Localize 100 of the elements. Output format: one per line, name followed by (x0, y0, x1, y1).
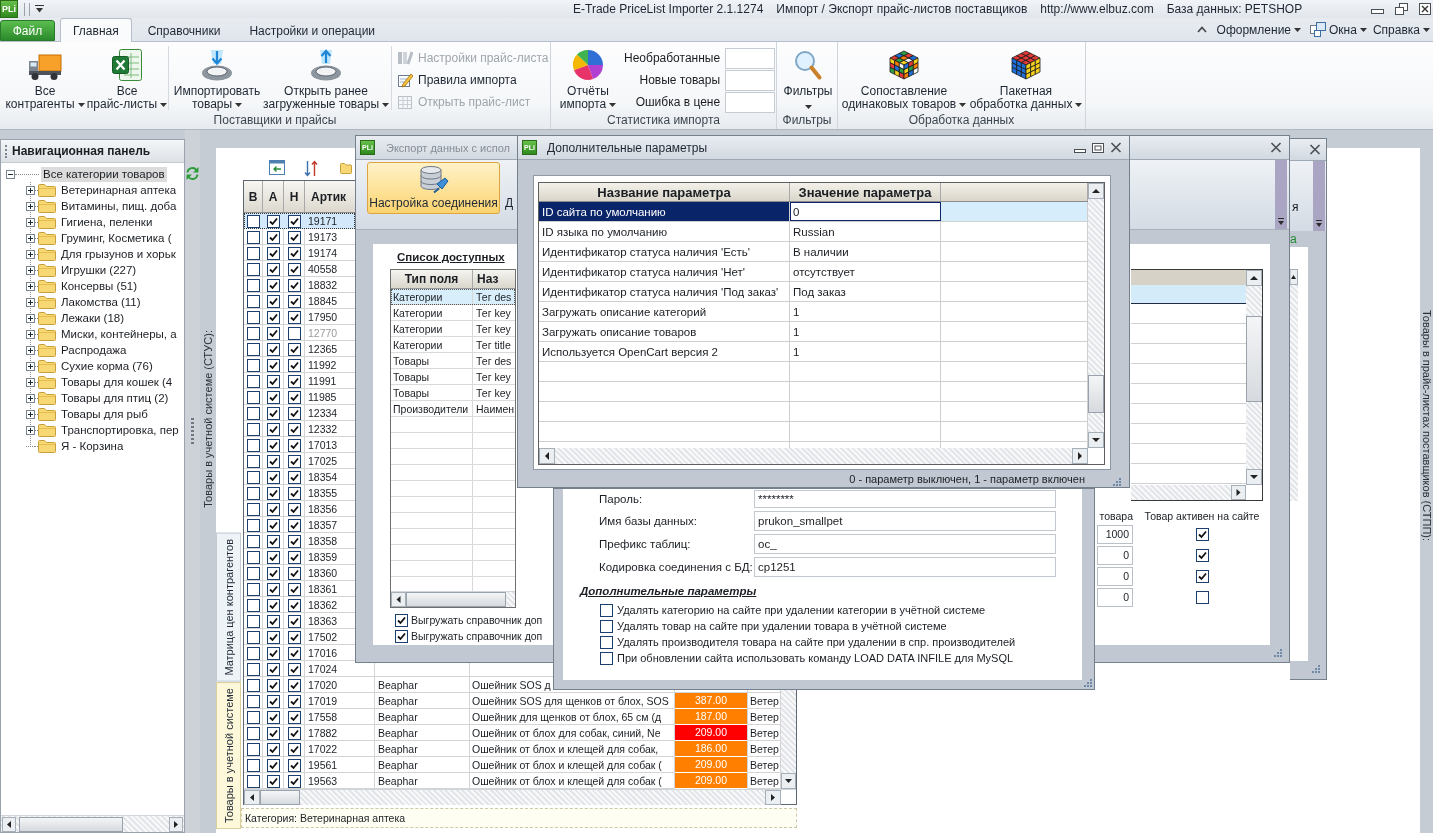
checkbox[interactable] (267, 246, 280, 260)
scrollbar-thumb[interactable] (260, 790, 300, 805)
plus-box-icon[interactable] (26, 393, 35, 403)
checkbox[interactable] (288, 470, 301, 484)
tree-item[interactable]: Я - Корзина (59, 438, 126, 454)
checkbox[interactable] (1195, 528, 1209, 541)
restore-icon[interactable] (1395, 3, 1408, 15)
plus-box-icon[interactable] (26, 409, 35, 419)
table-row[interactable]: 11991 (244, 373, 355, 389)
plus-box-icon[interactable] (26, 265, 35, 275)
table-row[interactable]: 17025 (244, 453, 355, 469)
checkbox[interactable] (288, 566, 301, 580)
checkbox[interactable] (288, 310, 301, 324)
checkbox[interactable] (247, 694, 260, 708)
plus-box-icon[interactable] (26, 249, 35, 259)
checkbox[interactable] (247, 662, 260, 676)
checkbox[interactable] (247, 534, 260, 548)
checkbox[interactable] (267, 230, 280, 244)
checkbox[interactable] (267, 374, 280, 388)
checkbox[interactable] (247, 630, 260, 644)
close-icon[interactable] (1419, 3, 1431, 15)
quantity-field[interactable]: 0 (1097, 567, 1133, 586)
counter-field[interactable] (725, 69, 776, 91)
checkbox[interactable] (600, 651, 613, 665)
table-row[interactable]: 17024 (244, 661, 355, 677)
checkbox[interactable] (247, 502, 260, 516)
table-row[interactable]: Идентификатор статуса наличия 'Нет' отсутствует (539, 262, 1088, 282)
table-row[interactable]: 17022 (244, 741, 355, 757)
tree-item[interactable]: Товары для рыб (59, 406, 150, 422)
table-row[interactable]: 18356 (244, 501, 355, 517)
ribbon-button[interactable]: Открыть ранее загруженные товары (263, 42, 389, 114)
vertical-scrollbar[interactable] (1290, 269, 1298, 501)
checkbox[interactable] (247, 566, 260, 580)
checkbox[interactable] (267, 598, 280, 612)
checkbox[interactable] (288, 678, 301, 692)
table-row[interactable]: 18354 (244, 469, 355, 485)
plus-box-icon[interactable] (26, 281, 35, 291)
checkbox[interactable] (288, 246, 301, 260)
close-icon[interactable] (1110, 142, 1122, 153)
tree-item[interactable]: Распродажа (59, 342, 129, 358)
resize-grip-icon[interactable] (1274, 649, 1282, 657)
plus-box-icon[interactable] (26, 297, 35, 307)
table-row[interactable]: 18358 (244, 533, 355, 549)
column-header[interactable]: Значение параметра (798, 184, 932, 200)
close-icon[interactable] (1270, 142, 1282, 153)
checkbox[interactable] (288, 214, 301, 228)
checkbox[interactable] (247, 406, 260, 420)
ribbon-button[interactable]: Пакетная обработка данных (968, 42, 1084, 114)
checkbox[interactable] (288, 710, 301, 724)
tree-item[interactable]: Транспортировка, пер (59, 422, 181, 438)
checkbox[interactable] (288, 614, 301, 628)
input-field[interactable]: oc_ (754, 533, 1056, 554)
table-row[interactable]: 18359 (244, 549, 355, 565)
toolbar-button[interactable]: Настройка соединения (367, 162, 500, 214)
vertical-scrollbar[interactable] (1246, 270, 1262, 485)
checkbox[interactable] (267, 486, 280, 500)
column-header[interactable]: Артик (311, 189, 347, 204)
vertical-scrollbar[interactable] (781, 690, 796, 789)
checkbox[interactable] (247, 486, 260, 500)
checkbox[interactable] (288, 262, 301, 276)
checkbox[interactable] (288, 758, 301, 772)
checkbox[interactable] (267, 758, 280, 772)
checkbox[interactable] (288, 278, 301, 292)
table-row[interactable]: Идентификатор статуса наличия 'Под заказ' Под заказ (539, 282, 1088, 302)
checkbox[interactable] (267, 774, 280, 788)
caret-bar-icon[interactable] (1275, 160, 1287, 229)
checkbox[interactable] (267, 310, 280, 324)
checkbox[interactable] (247, 422, 260, 436)
plus-box-icon[interactable] (26, 345, 35, 355)
column-header[interactable]: Н (289, 189, 299, 204)
table-row[interactable]: 18362 (244, 597, 355, 613)
checkbox[interactable] (600, 619, 613, 633)
ribbon-button[interactable]: Все прайс-листы (88, 42, 166, 114)
toolbar-button[interactable]: Д (502, 162, 517, 214)
checkbox[interactable] (288, 502, 301, 516)
quantity-field[interactable]: 0 (1097, 588, 1133, 607)
column-header[interactable]: В (248, 189, 258, 204)
plus-box-icon[interactable] (26, 361, 35, 371)
horizontal-scrollbar[interactable] (539, 448, 1088, 464)
ribbon-button[interactable]: Все контрагенты (2, 42, 88, 114)
tree-item[interactable]: Для грызунов и хорьк (59, 246, 178, 262)
checkbox[interactable] (267, 582, 280, 596)
plus-box-icon[interactable] (26, 425, 35, 435)
checkbox[interactable] (247, 374, 260, 388)
checkbox[interactable] (247, 598, 260, 612)
checkbox[interactable] (267, 710, 280, 724)
scroll-up-arrow-icon[interactable] (1290, 269, 1298, 285)
quantity-field[interactable]: 1000 (1097, 525, 1133, 544)
checkbox[interactable] (247, 358, 260, 372)
checkbox[interactable] (288, 518, 301, 532)
checkbox[interactable] (247, 294, 260, 308)
grip-icon[interactable] (191, 418, 194, 445)
plus-box-icon[interactable] (26, 233, 35, 243)
checkbox[interactable] (267, 534, 280, 548)
checkbox[interactable] (267, 438, 280, 452)
checkbox[interactable] (247, 310, 260, 324)
menu-button[interactable]: Оформление (1213, 20, 1305, 40)
table-row[interactable]: 12332 (244, 421, 355, 437)
input-field[interactable]: ******** (754, 490, 1056, 508)
checkbox[interactable] (267, 662, 280, 676)
